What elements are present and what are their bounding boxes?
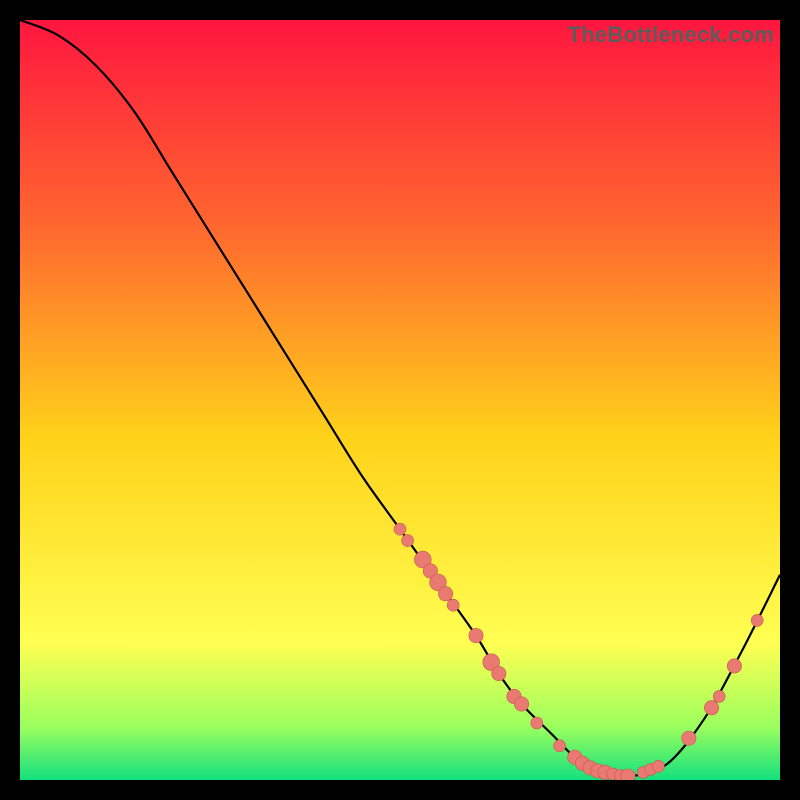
- data-point: [394, 523, 406, 535]
- data-point: [402, 535, 414, 547]
- watermark-text: TheBottleneck.com: [568, 22, 774, 48]
- data-point: [682, 731, 696, 745]
- data-point: [713, 690, 725, 702]
- data-point: [514, 697, 528, 711]
- data-point: [447, 599, 459, 611]
- data-point: [704, 701, 718, 715]
- data-point: [652, 760, 664, 772]
- data-point: [438, 587, 452, 601]
- data-point: [531, 717, 543, 729]
- data-point: [492, 666, 506, 680]
- chart-svg: [20, 20, 780, 780]
- data-point: [554, 740, 566, 752]
- data-point: [751, 614, 763, 626]
- gradient-background: [20, 20, 780, 780]
- data-point: [469, 628, 483, 642]
- data-point: [621, 769, 635, 780]
- chart-frame: TheBottleneck.com: [20, 20, 780, 780]
- data-point: [727, 659, 741, 673]
